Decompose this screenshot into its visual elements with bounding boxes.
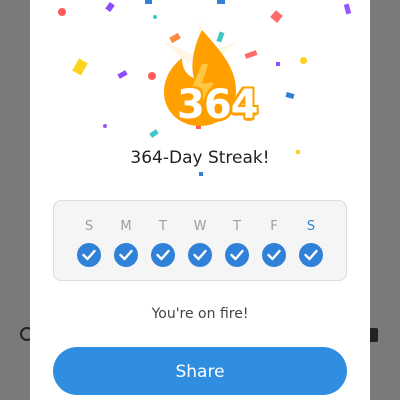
confetti-piece	[145, 0, 152, 4]
share-button[interactable]: Share	[53, 347, 347, 395]
confetti-piece	[276, 62, 280, 66]
check-icon	[77, 243, 101, 267]
streak-title: 364-Day Streak!	[130, 148, 270, 168]
streak-message: You're on fire!	[151, 306, 249, 322]
confetti-piece	[103, 124, 107, 128]
confetti-piece	[217, 0, 225, 4]
check-icon	[188, 243, 212, 267]
day-label-today: S	[306, 219, 316, 234]
check-icon	[225, 243, 249, 267]
check-icon	[299, 243, 323, 267]
streak-count: 364	[177, 82, 259, 128]
day-label: F	[270, 219, 278, 234]
check-icon	[262, 243, 286, 267]
confetti-piece	[153, 15, 157, 19]
confetti-piece	[300, 57, 307, 64]
day-label: W	[193, 219, 207, 234]
day-label: M	[120, 219, 132, 234]
confetti-piece	[58, 8, 66, 16]
check-icon	[114, 243, 138, 267]
day-label: T	[159, 219, 167, 234]
day-label: S	[84, 219, 94, 234]
check-icon	[151, 243, 175, 267]
week-tracker: S M T W T F S	[53, 200, 347, 281]
day-label: T	[233, 219, 241, 234]
confetti-piece	[199, 172, 203, 176]
